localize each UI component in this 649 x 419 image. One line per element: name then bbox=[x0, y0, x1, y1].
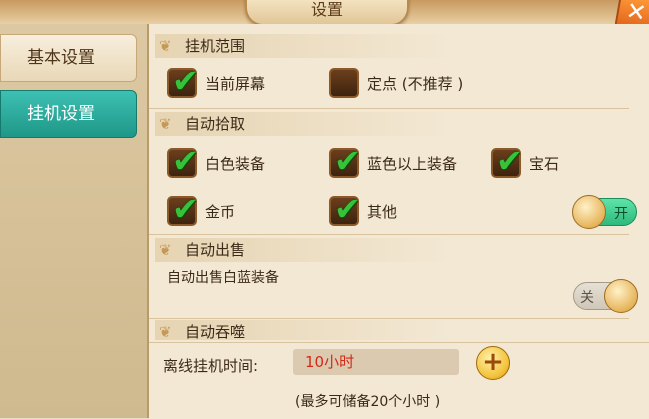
checkbox-gem[interactable]: ✔ 宝石 bbox=[491, 142, 560, 180]
sell-toggle[interactable]: 关 bbox=[573, 279, 638, 313]
toggle-label: 关 bbox=[580, 290, 594, 306]
sidebar-item-basic-settings[interactable]: 基本设置 bbox=[0, 34, 137, 82]
top-banner: 设置 bbox=[0, 0, 649, 26]
section-title: 自动出售 bbox=[185, 241, 246, 259]
divider bbox=[149, 234, 629, 235]
checkbox-label: 当前屏幕 bbox=[205, 74, 266, 93]
toggle-knob[interactable] bbox=[572, 195, 606, 229]
checkbox-white-equipment[interactable]: ✔ 白色装备 bbox=[167, 142, 266, 180]
offline-time-label: 离线挂机时间: bbox=[163, 357, 259, 375]
sell-description: 自动出售白蓝装备 bbox=[167, 270, 279, 286]
pickup-toggle[interactable]: 开 bbox=[572, 195, 637, 229]
sidebar: 基本设置 挂机设置 bbox=[0, 24, 149, 418]
checkbox-box[interactable] bbox=[329, 68, 359, 98]
section-header-pickup: ❦ 自动拾取 bbox=[155, 112, 455, 136]
divider bbox=[149, 318, 629, 319]
section-header-range: ❦ 挂机范围 bbox=[155, 34, 455, 58]
swirl-icon: ❦ bbox=[159, 241, 172, 259]
offline-bar: 离线挂机时间: 10小时 + (最多可储备20个小时 ) bbox=[149, 342, 649, 419]
checkbox-box[interactable]: ✔ bbox=[167, 190, 199, 228]
swirl-icon: ❦ bbox=[159, 323, 172, 340]
checkbox-current-screen[interactable]: ✔ 当前屏幕 bbox=[167, 62, 266, 100]
checkbox-fixed-point[interactable]: 定点 (不推荐 ) bbox=[329, 66, 463, 100]
checkbox-box[interactable]: ✔ bbox=[329, 190, 361, 228]
checkbox-box[interactable]: ✔ bbox=[167, 142, 199, 180]
add-offline-time-button[interactable]: + bbox=[476, 346, 510, 380]
offline-hint: (最多可储备20个小时 ) bbox=[295, 394, 441, 410]
swirl-icon: ❦ bbox=[159, 37, 172, 55]
checkbox-label: 宝石 bbox=[529, 154, 560, 173]
check-icon: ✔ bbox=[334, 190, 361, 228]
swirl-icon: ❦ bbox=[159, 115, 172, 133]
checkbox-box[interactable]: ✔ bbox=[491, 142, 523, 180]
checkbox-label: 定点 (不推荐 ) bbox=[367, 74, 464, 93]
checkbox-label: 金币 bbox=[205, 202, 236, 221]
settings-panel: ❦ 挂机范围 ✔ 当前屏幕 定点 (不推荐 ) ❦ 自动拾取 ✔ 白色装备 ✔ 蓝色… bbox=[149, 24, 649, 419]
check-icon: ✔ bbox=[496, 142, 523, 180]
checkbox-label: 其他 bbox=[367, 202, 398, 221]
checkbox-label: 蓝色以上装备 bbox=[367, 154, 458, 173]
check-icon: ✔ bbox=[172, 62, 199, 100]
section-header-sell: ❦ 自动出售 bbox=[155, 238, 455, 262]
page-title: 设置 bbox=[245, 0, 409, 26]
checkbox-gold[interactable]: ✔ 金币 bbox=[167, 190, 236, 228]
check-icon: ✔ bbox=[172, 142, 199, 180]
divider bbox=[149, 108, 629, 109]
toggle-label: 开 bbox=[614, 206, 628, 222]
section-title: 挂机范围 bbox=[185, 37, 246, 55]
checkbox-blue-plus-equipment[interactable]: ✔ 蓝色以上装备 bbox=[329, 142, 458, 180]
offline-time-value: 10小时 bbox=[293, 349, 459, 375]
section-title: 自动拾取 bbox=[185, 115, 246, 133]
checkbox-other[interactable]: ✔ 其他 bbox=[329, 190, 398, 228]
section-title: 自动吞噬 bbox=[185, 323, 246, 340]
toggle-knob[interactable] bbox=[604, 279, 638, 313]
checkbox-box[interactable]: ✔ bbox=[167, 62, 199, 100]
checkbox-box[interactable]: ✔ bbox=[329, 142, 361, 180]
plus-icon: + bbox=[482, 347, 504, 377]
section-header-devour: ❦ 自动吞噬 bbox=[155, 320, 455, 340]
checkbox-label: 白色装备 bbox=[205, 154, 266, 173]
check-icon: ✔ bbox=[172, 190, 199, 228]
sidebar-item-idle-settings[interactable]: 挂机设置 bbox=[0, 90, 137, 138]
check-icon: ✔ bbox=[334, 142, 361, 180]
